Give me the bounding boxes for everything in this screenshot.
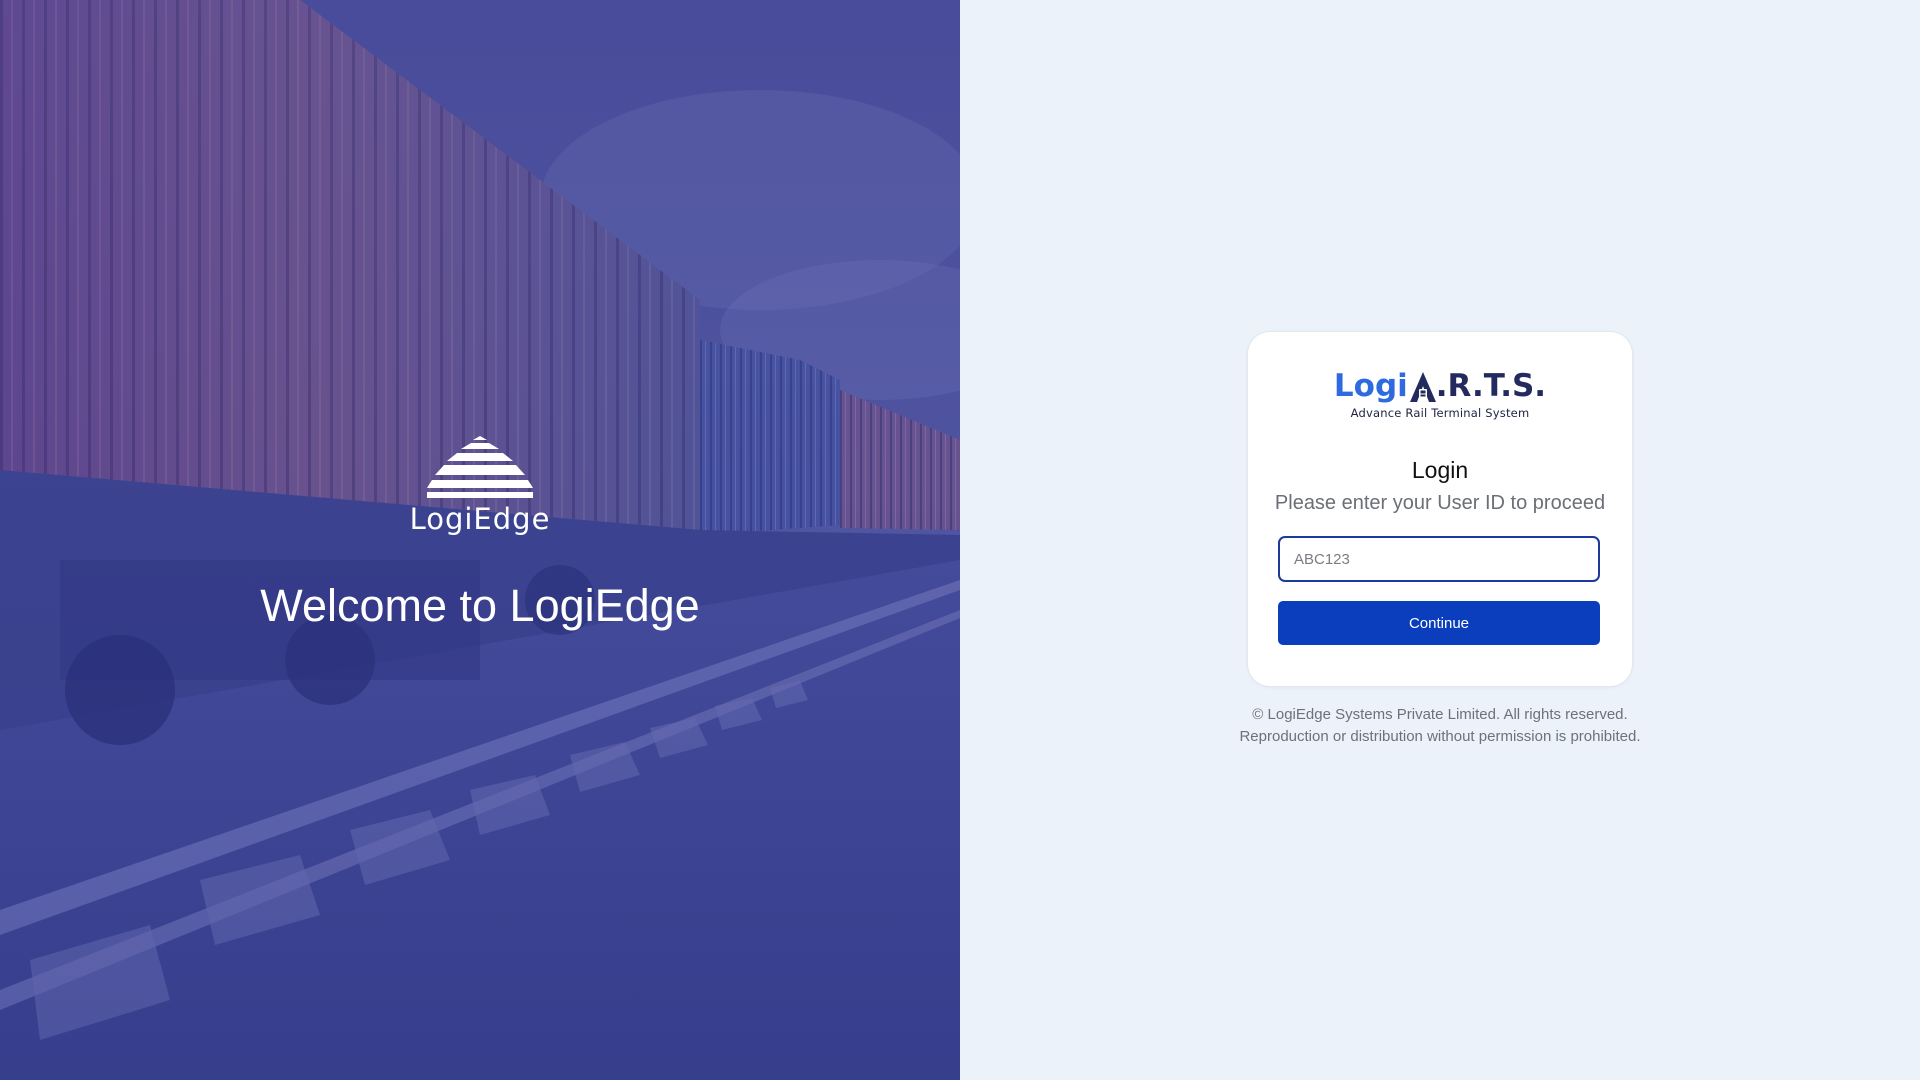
brand-logi-text: Logi xyxy=(1333,368,1408,404)
brand-rts-text: .R.T.S. xyxy=(1435,368,1547,404)
login-subtitle: Please enter your User ID to proceed xyxy=(1274,492,1606,514)
logiedge-logo-text: LogiEdge xyxy=(409,502,551,536)
copyright-line: © LogiEdge Systems Private Limited. All … xyxy=(1252,706,1628,723)
logiedge-logo: LogiEdge xyxy=(0,436,960,536)
copyright-footer: © LogiEdge Systems Private Limited. All … xyxy=(960,704,1920,748)
login-card: Logi .R.T.S. Advance Rail Terminal Syste… xyxy=(1248,332,1632,686)
reproduction-notice: Reproduction or distribution without per… xyxy=(1239,728,1641,745)
hero-tint-overlay xyxy=(0,0,960,1080)
hero-panel: LogiEdge Welcome to LogiEdge xyxy=(0,0,960,1080)
login-title: Login xyxy=(1411,457,1469,483)
login-page: LogiEdge Welcome to LogiEdge Logi .R.T.S… xyxy=(0,0,1920,1080)
rail-track-icon xyxy=(427,436,533,498)
brand-subtitle: Advance Rail Terminal System xyxy=(1350,406,1530,420)
welcome-heading: Welcome to LogiEdge xyxy=(260,580,700,631)
logiarts-brand: Logi .R.T.S. Advance Rail Terminal Syste… xyxy=(1248,368,1632,420)
user-id-input[interactable] xyxy=(1278,536,1600,582)
login-panel: Logi .R.T.S. Advance Rail Terminal Syste… xyxy=(960,0,1920,1080)
continue-button[interactable]: Continue xyxy=(1278,601,1600,645)
tower-a-icon xyxy=(1409,372,1436,402)
brand-wordmark: Logi .R.T.S. xyxy=(1334,368,1546,404)
